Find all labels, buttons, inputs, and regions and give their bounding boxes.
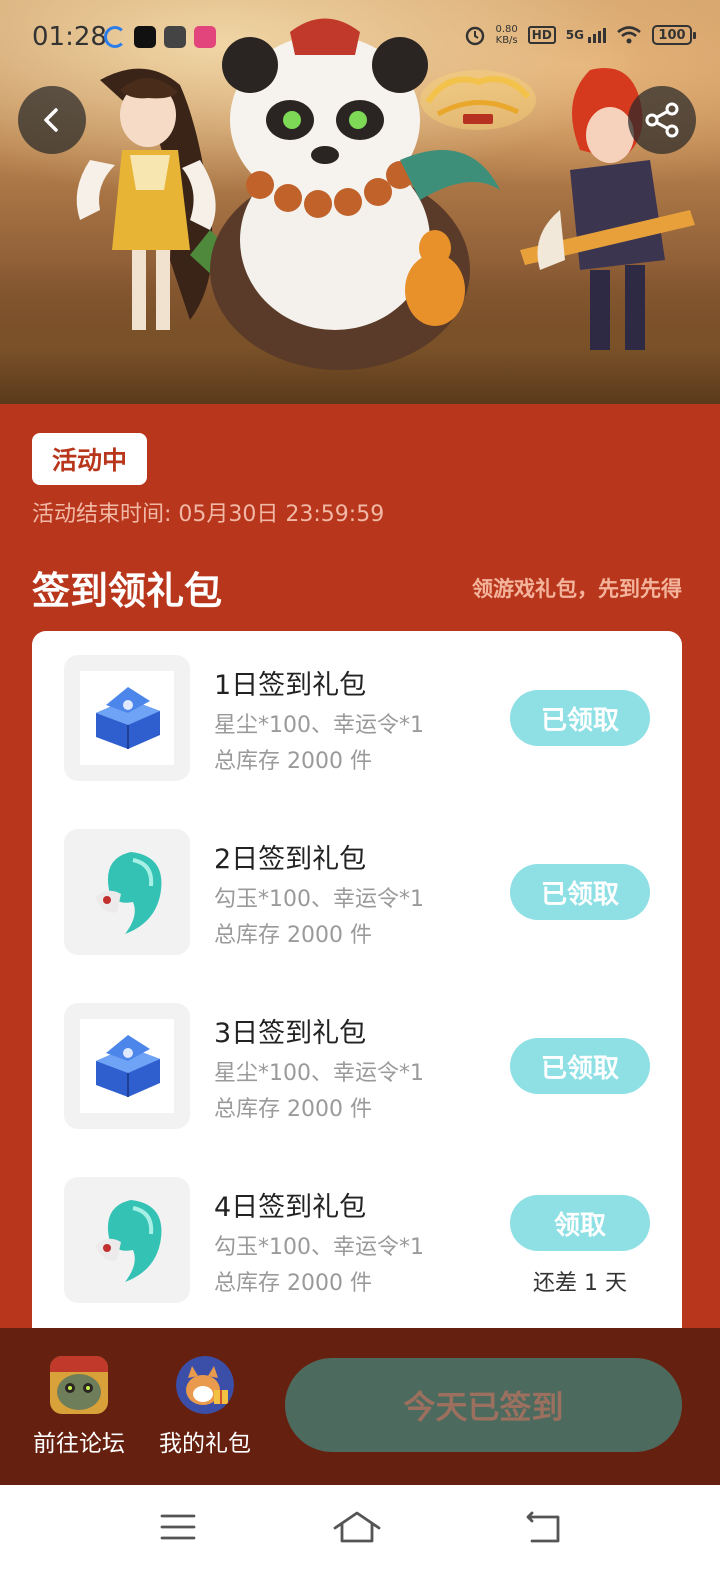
claimed-button[interactable]: 已领取	[510, 690, 650, 746]
forum-game-icon	[50, 1356, 108, 1414]
gift-name: 1日签到礼包	[214, 670, 367, 701]
forum-link[interactable]: 前往论坛	[24, 1356, 134, 1458]
chevron-left-icon	[44, 108, 58, 132]
claim-button[interactable]: 领取	[510, 1195, 650, 1251]
gift-stock: 总库存 2000 件	[214, 923, 372, 948]
gift-contents: 星尘*100、幸运令*1	[214, 713, 424, 738]
gift-thumbnail	[64, 1003, 190, 1129]
gift-name: 4日签到礼包	[214, 1192, 367, 1223]
claimed-button[interactable]: 已领取	[510, 1038, 650, 1094]
gift-stock: 总库存 2000 件	[214, 1271, 372, 1296]
gift-row-day-3: 3日签到礼包 星尘*100、幸运令*1 总库存 2000 件 已领取	[32, 1003, 682, 1131]
wifi-icon	[617, 26, 641, 44]
hd-badge: HD	[527, 26, 556, 44]
shopping-app-icon	[194, 26, 216, 48]
section-subtitle: 领游戏礼包，先到先得	[472, 577, 682, 601]
share-icon	[645, 102, 679, 138]
gift-stock: 总库存 2000 件	[214, 1097, 372, 1122]
gift-row-day-1: 1日签到礼包 星尘*100、幸运令*1 总库存 2000 件 已领取	[32, 655, 682, 783]
gift-name: 2日签到礼包	[214, 844, 367, 875]
activity-status-badge: 活动中	[32, 433, 147, 485]
gift-list-card: 1日签到礼包 星尘*100、幸运令*1 总库存 2000 件 已领取 2日签到礼…	[32, 631, 682, 1331]
back-arrow-icon	[526, 1511, 560, 1543]
jade-magatama-icon	[95, 852, 162, 934]
app-notification-icon	[104, 26, 126, 48]
home-icon	[333, 1511, 381, 1543]
jade-magatama-icon	[95, 1200, 162, 1282]
alarm-icon	[465, 26, 484, 46]
gift-contents: 星尘*100、幸运令*1	[214, 1061, 424, 1086]
system-navigation-bar	[0, 1485, 720, 1584]
share-button[interactable]	[628, 86, 696, 154]
menu-icon	[160, 1514, 196, 1540]
claimed-button[interactable]: 已领取	[510, 864, 650, 920]
blue-chest-icon	[96, 1035, 160, 1097]
my-gifts-link[interactable]: 我的礼包	[150, 1356, 260, 1458]
notification-icons	[104, 26, 216, 48]
system-status-bar: 01:28 0.80 KB/s HD 5G 100	[0, 0, 720, 76]
signed-in-button[interactable]: 今天已签到	[285, 1358, 682, 1452]
gift-stock: 总库存 2000 件	[214, 749, 372, 774]
cellular-signal-icon: 5G	[566, 27, 606, 43]
gift-contents: 勾玉*100、幸运令*1	[214, 887, 424, 912]
gift-thumbnail	[64, 1177, 190, 1303]
recent-apps-button[interactable]	[148, 1505, 208, 1549]
gift-name: 3日签到礼包	[214, 1018, 367, 1049]
blue-chest-icon	[96, 687, 160, 749]
clock: 01:28	[32, 22, 107, 52]
gift-contents: 勾玉*100、幸运令*1	[214, 1235, 424, 1260]
system-back-button[interactable]	[514, 1505, 574, 1549]
network-speed: 0.80 KB/s	[495, 24, 518, 46]
tiktok-icon	[134, 26, 156, 48]
days-remaining-note: 还差 1 天	[533, 1271, 627, 1296]
back-button[interactable]	[18, 86, 86, 154]
gift-thumbnail	[64, 655, 190, 781]
activity-end-time: 活动结束时间: 05月30日 23:59:59	[32, 502, 385, 527]
forum-label: 前往论坛	[33, 1431, 125, 1457]
my-gifts-icon	[176, 1356, 234, 1414]
gift-row-day-2: 2日签到礼包 勾玉*100、幸运令*1 总库存 2000 件 已领取	[32, 829, 682, 957]
gift-thumbnail	[64, 829, 190, 955]
checklist-icon	[164, 26, 186, 48]
gift-row-day-4: 4日签到礼包 勾玉*100、幸运令*1 总库存 2000 件 领取 还差 1 天	[32, 1177, 682, 1305]
home-button[interactable]	[327, 1505, 387, 1549]
battery-icon: 100	[652, 25, 696, 45]
section-title: 签到领礼包	[32, 569, 223, 613]
my-gifts-label: 我的礼包	[159, 1431, 251, 1457]
bottom-action-bar: 前往论坛 我的礼包 今天已签到	[0, 1328, 720, 1485]
